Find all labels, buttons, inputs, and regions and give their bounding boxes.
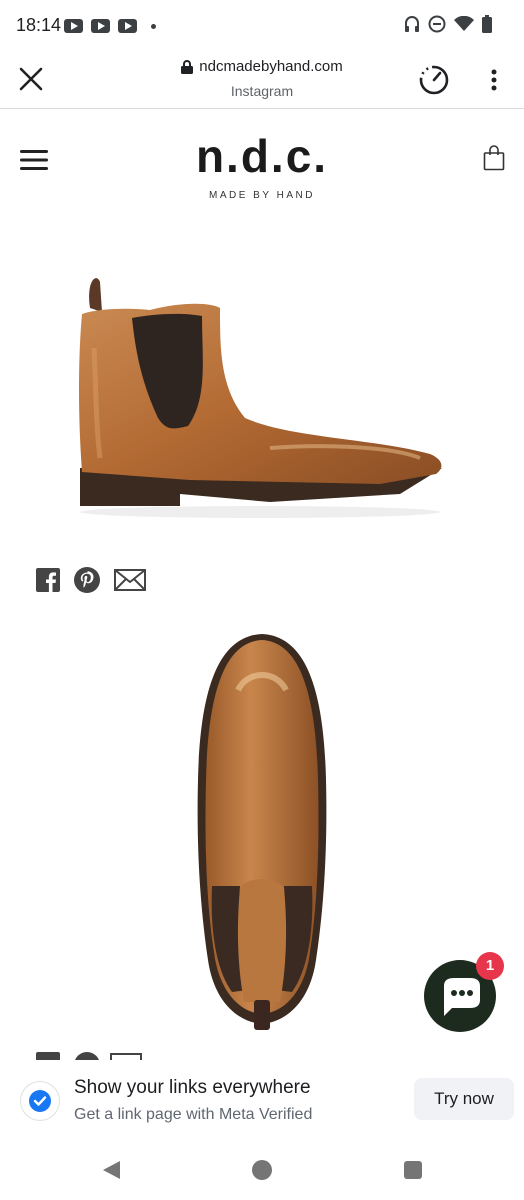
share-buttons xyxy=(36,567,146,593)
verified-badge xyxy=(20,1081,60,1121)
url-box[interactable]: ndcmadebyhand.com Instagram xyxy=(120,58,404,99)
product-image-top[interactable] xyxy=(188,630,336,1036)
logo-tagline: MADE BY HAND xyxy=(209,190,315,201)
home-icon[interactable] xyxy=(251,1159,273,1181)
facebook-icon[interactable] xyxy=(36,568,60,592)
menu-icon[interactable] xyxy=(20,150,48,170)
url-row: ndcmadebyhand.com xyxy=(181,58,343,75)
battery-icon xyxy=(482,15,492,33)
speed-icon[interactable] xyxy=(418,64,450,96)
recents-icon[interactable] xyxy=(402,1159,424,1181)
chat-unread-badge: 1 xyxy=(476,952,504,980)
mail-icon xyxy=(110,1053,142,1060)
youtube-icon xyxy=(64,19,83,33)
try-now-button[interactable]: Try now xyxy=(414,1078,514,1120)
wifi-icon xyxy=(454,16,474,31)
product-image-side[interactable] xyxy=(70,268,450,524)
facebook-icon xyxy=(36,1052,60,1060)
status-time: 18:14 xyxy=(16,15,62,35)
status-bar: 18:14 xyxy=(0,0,524,52)
bag-icon[interactable] xyxy=(483,145,505,171)
headphones-icon xyxy=(405,16,419,32)
system-nav-bar xyxy=(0,1140,524,1200)
verified-icon xyxy=(29,1090,51,1112)
url-text: ndcmadebyhand.com xyxy=(199,58,343,75)
share-buttons-secondary xyxy=(36,1052,144,1060)
youtube-icon xyxy=(118,19,137,33)
promo-banner: Show your links everywhere Get a link pa… xyxy=(0,1064,524,1140)
site-logo[interactable]: n.d.c. MADE BY HAND xyxy=(150,130,374,201)
logo-text: n.d.c. xyxy=(195,130,329,182)
notification-dot-icon xyxy=(151,24,156,29)
youtube-icon xyxy=(91,19,110,33)
back-icon[interactable] xyxy=(100,1159,122,1181)
url-source: Instagram xyxy=(230,82,294,99)
promo-subtitle: Get a link page with Meta Verified xyxy=(74,1106,313,1123)
close-icon[interactable] xyxy=(18,66,44,92)
mail-icon[interactable] xyxy=(114,569,146,591)
dnd-icon xyxy=(428,15,446,33)
promo-title: Show your links everywhere xyxy=(74,1077,311,1098)
more-icon[interactable] xyxy=(491,69,497,91)
pinterest-icon[interactable] xyxy=(74,567,100,593)
browser-toolbar: ndcmadebyhand.com Instagram xyxy=(0,52,524,109)
pinterest-icon xyxy=(75,1052,99,1060)
lock-icon xyxy=(181,59,194,74)
